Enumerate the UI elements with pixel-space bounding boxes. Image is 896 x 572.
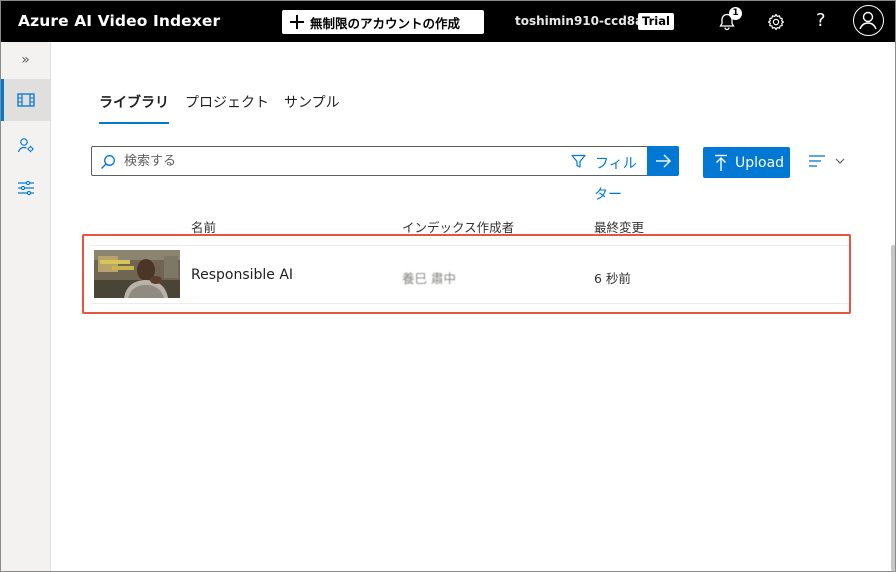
chevron-double-right-icon: »: [21, 52, 30, 68]
search-submit-button[interactable]: [647, 146, 679, 176]
upload-icon: [715, 154, 727, 171]
sort-menu-icon[interactable]: [807, 153, 847, 171]
sidebar-item-customizations[interactable]: [1, 167, 50, 209]
search-input[interactable]: [124, 151, 544, 171]
expand-nav-button[interactable]: »: [1, 42, 50, 78]
column-header-name[interactable]: 名前: [191, 217, 216, 236]
indexed-by-value: 養巳 肅中: [402, 271, 456, 286]
column-header-last-modified[interactable]: 最終変更: [594, 217, 644, 236]
plus-icon: [290, 15, 304, 29]
notification-count-badge: 1: [729, 7, 742, 20]
upload-label: Upload: [735, 154, 785, 171]
help-icon[interactable]: ?: [816, 10, 826, 31]
column-header-indexed-by[interactable]: インデックス作成者: [402, 217, 514, 236]
tab-projects[interactable]: プロジェクト: [185, 92, 269, 112]
left-nav-rail: »: [1, 42, 51, 571]
video-thumbnail: [94, 250, 180, 298]
sidebar-item-account-settings[interactable]: [1, 124, 50, 166]
top-bar: Azure AI Video Indexer 無制限のアカウントの作成 tosh…: [1, 1, 895, 42]
user-avatar-icon[interactable]: [853, 5, 884, 36]
create-unlimited-account-button[interactable]: 無制限のアカウントの作成: [282, 10, 484, 34]
active-tab-indicator: [99, 122, 169, 124]
tab-library[interactable]: ライブラリ: [99, 92, 169, 112]
app-window: Azure AI Video Indexer 無制限のアカウントの作成 tosh…: [0, 0, 896, 572]
create-account-label: 無制限のアカウントの作成: [310, 15, 461, 31]
upload-button[interactable]: Upload: [703, 147, 790, 178]
table-row[interactable]: Responsible AI 養巳 肅中 6 秒前: [91, 245, 849, 304]
sliders-icon: [17, 180, 34, 196]
search-icon: [101, 155, 115, 169]
trial-badge: Trial: [638, 13, 674, 30]
film-icon: [16, 93, 35, 107]
filter-button-label[interactable]: フィル: [595, 153, 637, 173]
filter-button-label-continued[interactable]: ター: [594, 184, 622, 204]
last-modified-value: 6 秒前: [594, 271, 631, 286]
tab-samples[interactable]: サンプル: [284, 92, 340, 112]
gear-icon[interactable]: [766, 12, 786, 32]
filter-icon[interactable]: [571, 154, 586, 169]
sidebar-item-library[interactable]: [1, 79, 50, 121]
search-box: フィル: [91, 146, 678, 176]
arrow-right-icon: [656, 154, 671, 168]
app-title: Azure AI Video Indexer: [18, 12, 221, 30]
video-name[interactable]: Responsible AI: [191, 267, 293, 283]
vertical-scrollbar[interactable]: [891, 245, 895, 571]
account-name[interactable]: toshimin910-ccd8ab: [515, 14, 652, 28]
person-settings-icon: [17, 138, 34, 153]
person-icon: [859, 11, 877, 30]
